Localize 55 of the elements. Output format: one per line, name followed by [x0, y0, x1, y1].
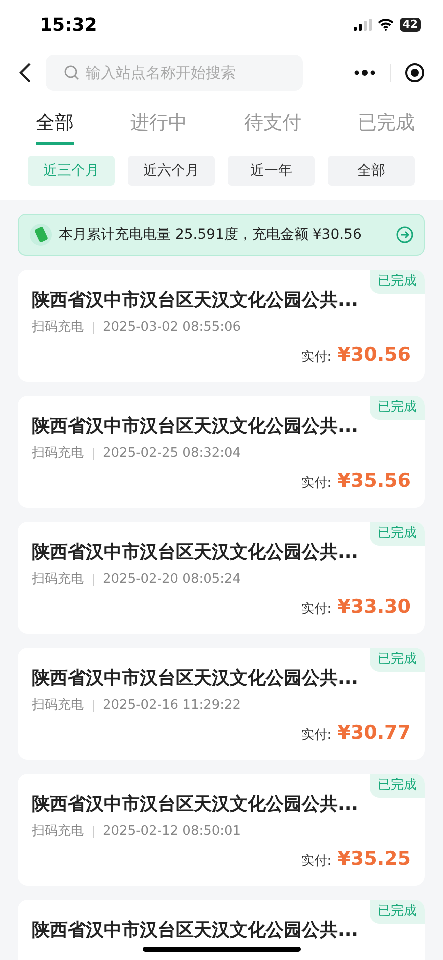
paid-label: 实付:: [301, 474, 332, 492]
order-card[interactable]: 已完成 陕西省汉中市汉台区天汉文化公园公共...: [18, 900, 425, 960]
filter-chip[interactable]: 近一年: [228, 156, 315, 186]
order-time: 2025-02-25 08:32:04: [103, 445, 242, 463]
paid-amount: ¥35.56: [338, 468, 411, 494]
paid-label: 实付:: [301, 600, 332, 618]
station-name: 陕西省汉中市汉台区天汉文化公园公共...: [32, 667, 360, 691]
tab[interactable]: 全部: [36, 109, 74, 145]
filter-chip[interactable]: 近六个月: [128, 156, 215, 186]
order-time: 2025-02-12 08:50:01: [103, 823, 242, 841]
paid-amount: ¥30.77: [338, 720, 411, 746]
order-time: 2025-03-02 08:55:06: [103, 319, 242, 337]
target-icon[interactable]: [405, 62, 425, 82]
station-name: 陕西省汉中市汉台区天汉文化公园公共...: [32, 919, 360, 943]
order-time: 2025-02-20 08:05:24: [103, 571, 242, 589]
status-badge: 已完成: [370, 900, 425, 924]
summary-text: 本月累计充电电量 25.591度，充电金额 ¥30.56: [59, 226, 363, 244]
order-card[interactable]: 已完成 陕西省汉中市汉台区天汉文化公园公共... 扫码充电 2025-03-02 08:55:06 实付: ¥30.56: [18, 270, 425, 382]
charge-type: 扫码充电: [32, 823, 84, 841]
status-time: 15:32: [40, 14, 98, 38]
paid-label: 实付:: [301, 726, 332, 744]
status-badge: 已完成: [370, 270, 425, 294]
charge-type: 扫码充电: [32, 571, 84, 589]
order-card[interactable]: 已完成 陕西省汉中市汉台区天汉文化公园公共... 扫码充电 2025-02-16 11:29:22 实付: ¥30.77: [18, 648, 425, 760]
search-icon: [64, 64, 80, 80]
paid-amount: ¥33.30: [338, 594, 411, 620]
station-name: 陕西省汉中市汉台区天汉文化公园公共...: [32, 541, 360, 565]
paid-amount: ¥35.25: [338, 846, 411, 872]
order-time: 2025-02-16 11:29:22: [103, 697, 242, 715]
back-icon[interactable]: [18, 62, 32, 84]
status-badge: 已完成: [370, 774, 425, 798]
station-name: 陕西省汉中市汉台区天汉文化公园公共...: [32, 415, 360, 439]
paid-label: 实付:: [301, 852, 332, 870]
battery-icon: [29, 223, 53, 247]
order-card[interactable]: 已完成 陕西省汉中市汉台区天汉文化公园公共... 扫码充电 2025-02-12 08:50:01 实付: ¥35.25: [18, 774, 425, 886]
order-card[interactable]: 已完成 陕西省汉中市汉台区天汉文化公园公共... 扫码充电 2025-02-20 08:05:24 实付: ¥33.30: [18, 522, 425, 634]
charge-type: 扫码充电: [32, 319, 84, 337]
paid-label: 实付:: [301, 348, 332, 366]
more-icon[interactable]: [354, 68, 376, 76]
search-field[interactable]: 输入站点名称开始搜索: [46, 54, 303, 90]
station-name: 陕西省汉中市汉台区天汉文化公园公共...: [32, 793, 360, 817]
order-card[interactable]: 已完成 陕西省汉中市汉台区天汉文化公园公共... 扫码充电 2025-02-25 08:32:04 实付: ¥35.56: [18, 396, 425, 508]
station-name: 陕西省汉中市汉台区天汉文化公园公共...: [32, 289, 360, 313]
paid-amount: ¥30.56: [338, 342, 411, 368]
battery-icon: 42: [400, 18, 421, 32]
filter-chip[interactable]: 全部: [328, 156, 415, 186]
status-badge: 已完成: [370, 396, 425, 420]
arrow-circle-icon: [396, 226, 414, 244]
charge-type: 扫码充电: [32, 445, 84, 463]
signal-icon: [354, 19, 372, 31]
wifi-icon: [378, 19, 394, 31]
summary-banner[interactable]: 本月累计充电电量 25.591度，充电金额 ¥30.56: [18, 214, 425, 256]
charge-type: 扫码充电: [32, 697, 84, 715]
status-badge: 已完成: [370, 522, 425, 546]
status-badge: 已完成: [370, 648, 425, 672]
